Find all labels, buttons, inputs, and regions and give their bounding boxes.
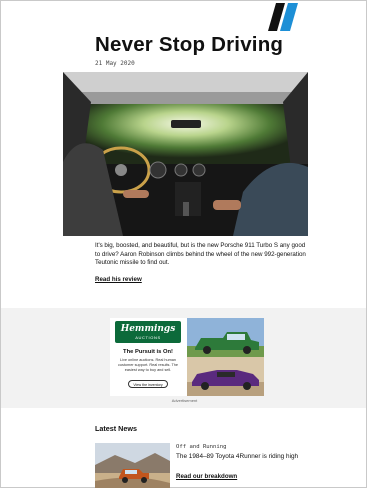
advertisement-label: Advertisement <box>171 398 198 403</box>
hemmings-sub: AUCTIONS <box>135 335 161 340</box>
page-title: Never Stop Driving <box>95 33 284 56</box>
view-inventory-button[interactable]: View the inventory <box>128 380 168 388</box>
latest-news-heading: Latest News <box>95 424 137 433</box>
ad-body: Live online auctions. Real human custome… <box>117 358 179 372</box>
hero-image[interactable] <box>63 72 308 236</box>
news-headline[interactable]: The 1984–89 Toyota 4Runner is riding hig… <box>176 453 306 461</box>
feature-lede: It's big, boosted, and beautiful, but is… <box>95 242 306 267</box>
ad-car-photos <box>187 318 264 396</box>
double-slash-stripe-logo <box>268 3 298 31</box>
toyota-4runner-photo <box>95 443 170 488</box>
advertisement[interactable]: Hemmings AUCTIONS The Pursuit is On! Liv… <box>110 318 264 396</box>
hemmings-logo: Hemmings AUCTIONS <box>115 321 181 343</box>
ad-copy: Hemmings AUCTIONS The Pursuit is On! Liv… <box>110 318 186 396</box>
car-interior-photo <box>63 72 308 236</box>
hemmings-brand: Hemmings <box>120 324 176 334</box>
publish-date: 21 May 2020 <box>95 60 135 67</box>
classic-cars-photo <box>187 318 264 396</box>
read-breakdown-link[interactable]: Read our breakdown <box>176 473 237 480</box>
news-kicker: Off and Running <box>176 444 227 450</box>
news-thumbnail[interactable] <box>95 443 170 488</box>
read-review-link[interactable]: Read his review <box>95 276 142 283</box>
ad-headline: The Pursuit is On! <box>123 349 173 355</box>
